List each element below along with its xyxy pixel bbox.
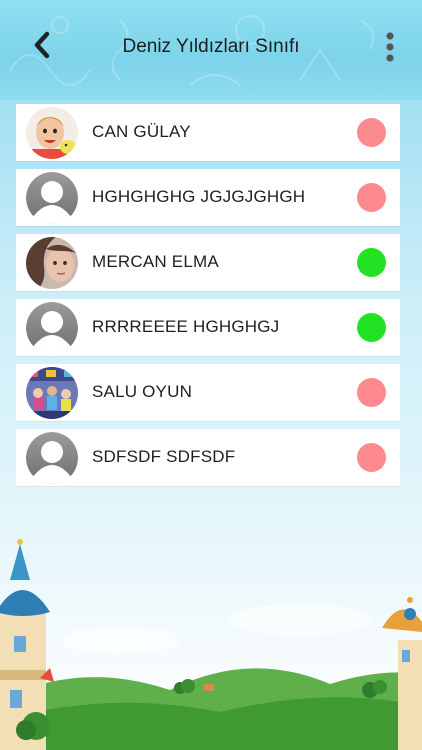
student-row[interactable]: CAN GÜLAY <box>16 104 400 161</box>
student-name: RRRREEEE HGHGHGJ <box>92 317 280 336</box>
attendance-status-indicator[interactable] <box>357 183 386 212</box>
student-row[interactable]: HGHGHGHG JGJGJGHGH <box>16 169 400 226</box>
student-name: CAN GÜLAY <box>92 122 191 141</box>
student-name: SDFSDF SDFSDF <box>92 447 236 466</box>
student-row[interactable]: SALU OYUN <box>16 364 400 421</box>
attendance-status-indicator[interactable] <box>357 443 386 472</box>
attendance-status-indicator[interactable] <box>357 248 386 277</box>
attendance-status-indicator[interactable] <box>357 118 386 147</box>
app-header: Deniz Yıldızları Sınıfı <box>0 0 422 100</box>
student-name: MERCAN ELMA <box>92 252 219 271</box>
student-avatar-photo <box>26 107 78 159</box>
attendance-status-indicator[interactable] <box>357 313 386 342</box>
student-row[interactable]: SDFSDF SDFSDF <box>16 429 400 486</box>
default-avatar-icon <box>26 302 78 354</box>
page-title: Deniz Yıldızları Sınıfı <box>122 36 300 57</box>
student-avatar-photo <box>26 237 78 289</box>
attendance-status-indicator[interactable] <box>357 378 386 407</box>
more-options-button[interactable] <box>378 30 402 66</box>
student-avatar-photo <box>26 367 78 419</box>
cartoon-landscape-background <box>0 539 422 750</box>
default-avatar-icon <box>26 432 78 484</box>
kebab-menu-icon <box>386 32 394 62</box>
student-row[interactable]: RRRREEEE HGHGHGJ <box>16 299 400 356</box>
student-row[interactable]: MERCAN ELMA <box>16 234 400 291</box>
default-avatar-icon <box>26 172 78 224</box>
student-name: SALU OYUN <box>92 382 193 401</box>
student-name: HGHGHGHG JGJGJGHGH <box>92 187 306 206</box>
student-list: CAN GÜLAY HGHGHGHG JGJGJGHGH MERCAN ELMA… <box>16 104 400 494</box>
